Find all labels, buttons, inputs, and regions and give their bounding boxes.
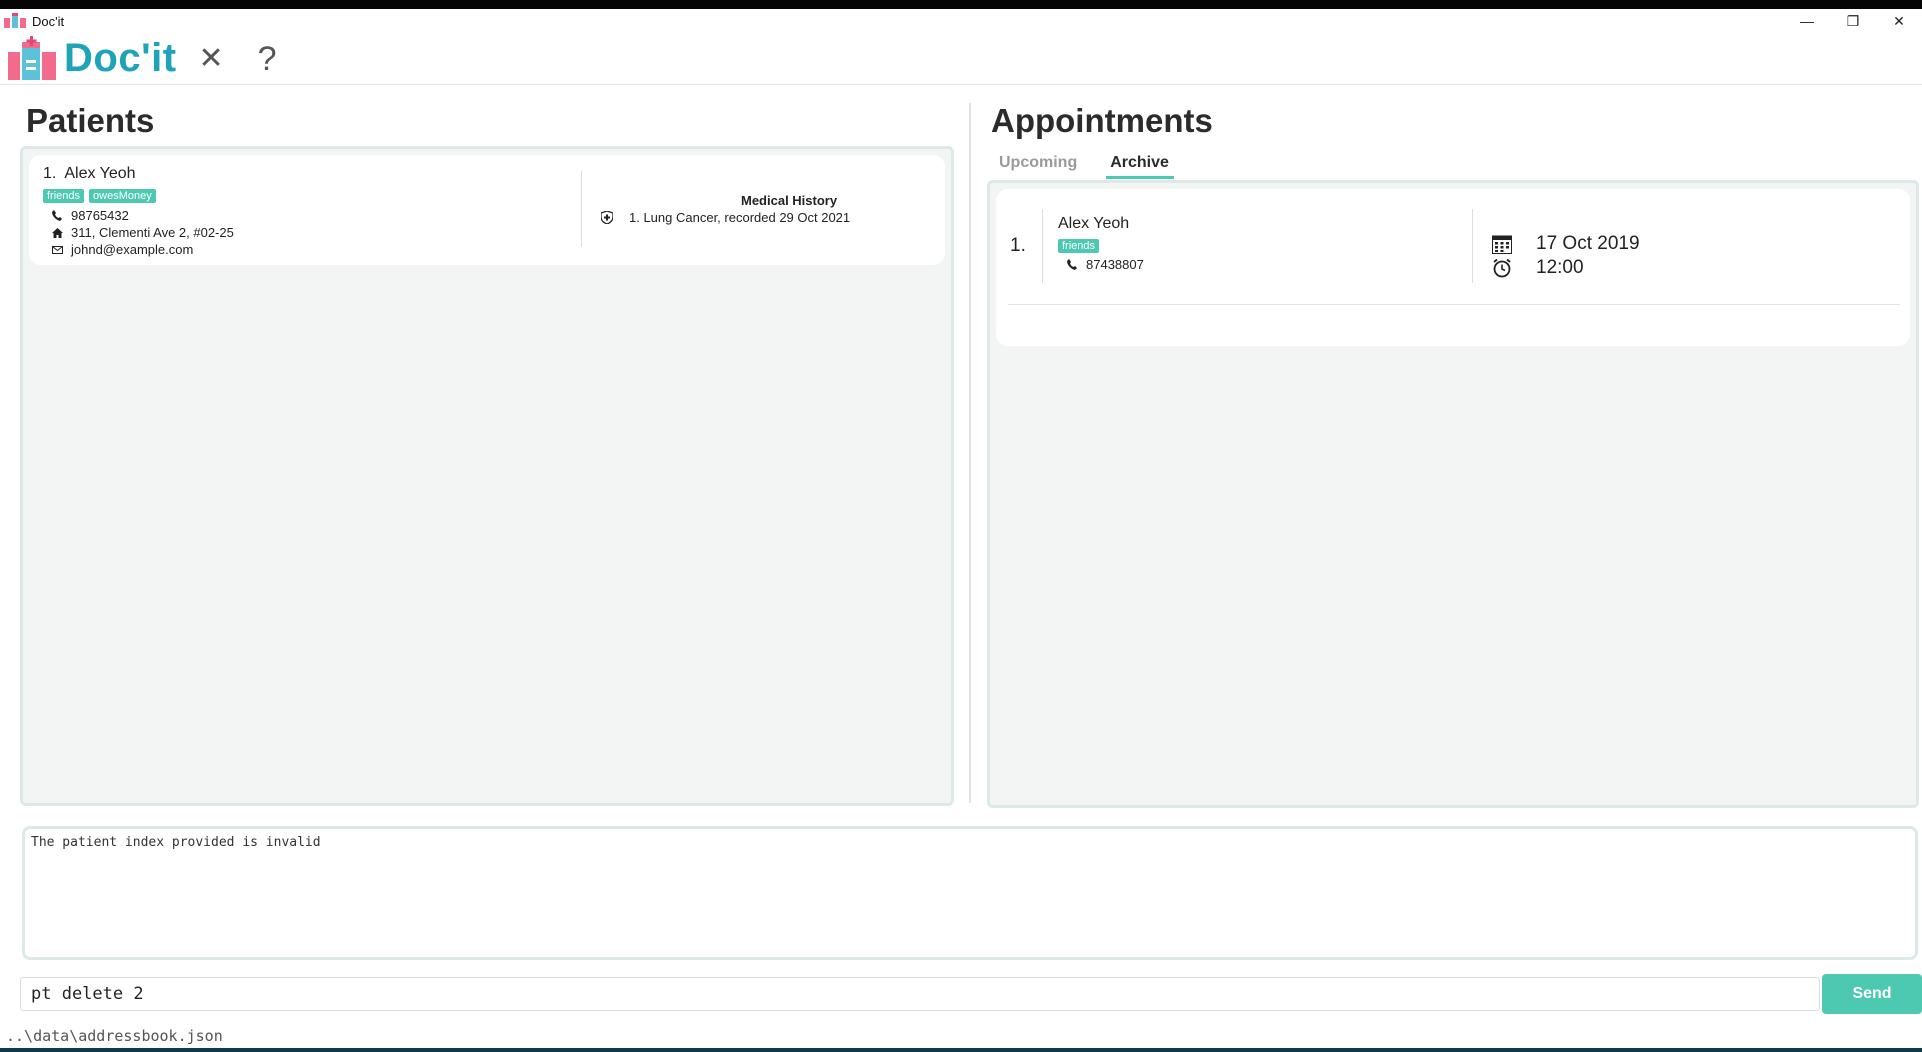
appointment-time-row: 12:00 (1492, 257, 1584, 279)
appointment-row-separator (1008, 304, 1900, 305)
taskbar-strip (0, 1048, 1922, 1052)
appointment-list[interactable]: 1. Alex Yeoh friends 87438807 17 Oct 201… (987, 180, 1919, 808)
phone-icon (43, 210, 71, 221)
tag: friends (43, 189, 85, 203)
card-divider (581, 171, 582, 247)
tag: owesMoney (89, 189, 156, 203)
appointment-phone-row: 87438807 (1058, 257, 1144, 272)
patient-card[interactable]: 1. Alex Yeoh friends owesMoney 98765432 3… (29, 155, 945, 265)
phone-icon (1058, 259, 1086, 270)
appointment-tabs: Upcoming Archive (995, 150, 1198, 179)
patient-tags: friends owesMoney (43, 186, 161, 204)
patient-phone-row: 98765432 (43, 207, 234, 224)
patient-list[interactable]: 1. Alex Yeoh friends owesMoney 98765432 3… (20, 146, 954, 806)
patient-name-line: 1. Alex Yeoh (43, 165, 136, 183)
medical-history-text: 1. Lung Cancer, recorded 29 Oct 2021 (629, 210, 851, 225)
window-titlebar: Doc'it — ❐ ✕ (0, 9, 1922, 33)
calendar-icon (1492, 234, 1536, 254)
minimize-button[interactable]: — (1784, 9, 1830, 33)
app-logo: Doc'it (6, 35, 177, 82)
patient-email: johnd@example.com (71, 242, 194, 257)
app-icon (3, 13, 27, 29)
patient-address: 311, Clementi Ave 2, #02-25 (71, 225, 234, 240)
tag: friends (1058, 239, 1100, 253)
patient-details: 98765432 311, Clementi Ave 2, #02-25 joh… (43, 207, 234, 258)
appointment-date: 17 Oct 2019 (1536, 233, 1640, 254)
app-header: Doc'it ✕ ? (0, 33, 1922, 85)
appointment-card[interactable]: 1. Alex Yeoh friends 87438807 17 Oct 201… (996, 189, 1910, 346)
patient-index: 1. (43, 165, 57, 182)
window-controls: — ❐ ✕ (1784, 9, 1922, 33)
appointment-divider-left (1042, 209, 1043, 283)
tab-archive[interactable]: Archive (1106, 150, 1174, 179)
appointment-patient-name: Alex Yeoh (1058, 215, 1130, 232)
medical-history-entry: 1. Lung Cancer, recorded 29 Oct 2021 (601, 210, 850, 225)
patient-name: Alex Yeoh (64, 165, 136, 182)
patient-email-row: johnd@example.com (43, 241, 234, 258)
email-icon (43, 245, 71, 254)
patient-phone: 98765432 (71, 208, 129, 223)
appointment-divider-right (1472, 209, 1473, 283)
appointment-phone: 87438807 (1086, 257, 1144, 272)
screen-top-strip (0, 0, 1922, 9)
result-display: The patient index provided is invalid (22, 826, 1918, 960)
medical-shield-icon (601, 211, 619, 224)
patients-title: Patients (26, 102, 155, 139)
appointment-tags: friends (1058, 236, 1104, 254)
patient-address-row: 311, Clementi Ave 2, #02-25 (43, 224, 234, 241)
help-icon[interactable]: ? (258, 42, 277, 76)
close-window-button[interactable]: ✕ (1876, 9, 1922, 33)
pane-divider (969, 103, 971, 803)
appointment-time: 12:00 (1536, 257, 1584, 278)
restore-button[interactable]: ❐ (1830, 9, 1876, 33)
appointment-index: 1. (1010, 235, 1026, 256)
medical-history-title: Medical History (741, 193, 838, 208)
logo-icon (6, 35, 58, 82)
tab-upcoming[interactable]: Upcoming (995, 150, 1082, 179)
logo-text: Doc'it (64, 36, 177, 80)
appointment-date-row: 17 Oct 2019 (1492, 233, 1640, 255)
alarm-clock-icon (1492, 258, 1536, 278)
appointments-title: Appointments (991, 102, 1213, 139)
exit-icon[interactable]: ✕ (199, 43, 224, 74)
home-icon (43, 227, 71, 238)
command-input[interactable] (20, 977, 1820, 1011)
send-button[interactable]: Send (1822, 974, 1922, 1014)
window-title: Doc'it (32, 13, 65, 29)
